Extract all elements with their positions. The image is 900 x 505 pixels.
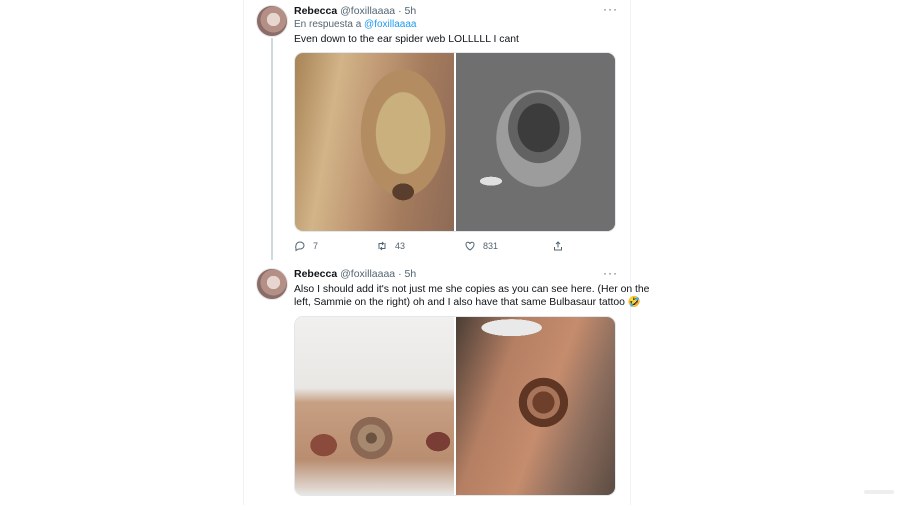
tweet-text: Also I should add it's not just me she c… — [294, 283, 649, 309]
tweet-text: Even down to the ear spider web LOLLLLL … — [294, 34, 519, 45]
tweet-media[interactable] — [294, 316, 616, 496]
media-photo-left[interactable] — [295, 53, 454, 231]
tweet-media[interactable] — [294, 52, 616, 232]
thread-connector-line — [271, 38, 273, 260]
reply-count: 7 — [313, 241, 319, 251]
media-photo-left[interactable] — [295, 317, 454, 495]
separator-dot: · — [398, 268, 402, 280]
share-icon — [554, 241, 562, 251]
tweet-text-line: left, Sammie on the right) oh and I also… — [294, 297, 641, 308]
author-name[interactable]: Rebecca — [294, 5, 337, 17]
share-button[interactable] — [552, 240, 564, 252]
like-button[interactable]: 831 — [464, 240, 498, 252]
media-photo-right[interactable] — [455, 53, 615, 231]
reply-prefix: En respuesta a — [294, 19, 362, 30]
tweet-header: Rebecca @foxillaaaa · 5h — [294, 268, 416, 280]
media-photo-right[interactable] — [455, 317, 615, 495]
author-handle[interactable]: @foxillaaaa — [340, 268, 395, 280]
scrollbar[interactable] — [864, 490, 894, 494]
more-icon[interactable]: ··· — [603, 3, 618, 15]
tweet-header: Rebecca @foxillaaaa · 5h — [294, 5, 416, 17]
timestamp[interactable]: 5h — [405, 5, 417, 17]
more-icon[interactable]: ··· — [603, 267, 618, 279]
timestamp[interactable]: 5h — [405, 268, 417, 280]
reply-context: En respuesta a @foxillaaaa — [294, 19, 416, 30]
avatar[interactable] — [256, 5, 288, 37]
separator-dot: · — [398, 5, 402, 17]
retweet-icon — [378, 241, 386, 251]
reply-icon — [295, 241, 305, 252]
tweet-actions: 7 43 831 — [294, 240, 584, 256]
retweet-count: 43 — [395, 241, 406, 251]
retweet-button[interactable]: 43 — [376, 240, 405, 252]
reply-mention-link[interactable]: @foxillaaaa — [364, 19, 416, 30]
avatar[interactable] — [256, 268, 288, 300]
like-icon — [465, 241, 475, 251]
tweet-text-line: Also I should add it's not just me she c… — [294, 284, 650, 295]
reply-button[interactable]: 7 — [294, 240, 318, 252]
like-count: 831 — [483, 241, 499, 251]
author-handle[interactable]: @foxillaaaa — [340, 5, 395, 17]
author-name[interactable]: Rebecca — [294, 268, 337, 280]
